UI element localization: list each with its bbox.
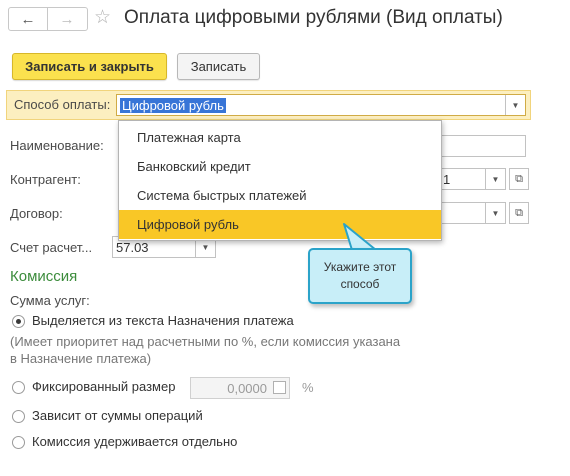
percent-sign: %: [302, 380, 314, 395]
dropdown-item-fast-payment-system[interactable]: Система быстрых платежей: [119, 181, 441, 210]
commission-section-title: Комиссия: [10, 268, 78, 285]
forward-arrow-icon[interactable]: →: [47, 8, 86, 30]
contract-open-icon[interactable]: ⧉: [509, 202, 529, 224]
counterparty-label: Контрагент:: [10, 172, 81, 187]
payment-method-dropdown-list: Платежная карта Банковский кредит Систем…: [118, 120, 442, 241]
option-withheld-separately-label: Комиссия удерживается отдельно: [32, 434, 238, 449]
radio-withheld-separately[interactable]: [12, 436, 25, 449]
callout-text-line1: Укажите этот: [323, 260, 397, 274]
nav-buttons: ← →: [8, 7, 88, 31]
counterparty-open-icon[interactable]: ⧉: [509, 168, 529, 190]
payment-method-label: Способ оплаты:: [14, 97, 111, 112]
contract-dropdown-icon[interactable]: ▼: [485, 203, 505, 223]
radio-fixed-amount[interactable]: [12, 381, 25, 394]
option-depends-on-sum-label: Зависит от суммы операций: [32, 408, 203, 423]
option-fixed-amount-label: Фиксированный размер: [32, 379, 176, 394]
dropdown-item-payment-card[interactable]: Платежная карта: [119, 123, 441, 152]
calculator-icon[interactable]: [273, 381, 286, 394]
dropdown-item-bank-credit[interactable]: Банковский кредит: [119, 152, 441, 181]
counterparty-field[interactable]: 1 ▼: [440, 168, 506, 190]
commission-note-line2: в Назначение платежа): [10, 351, 152, 366]
back-arrow-icon[interactable]: ←: [9, 8, 47, 30]
dropdown-item-digital-ruble[interactable]: Цифровой рубль: [119, 210, 441, 239]
services-sum-label: Сумма услуг:: [10, 293, 90, 308]
contract-field[interactable]: ▼: [440, 202, 506, 224]
radio-from-text[interactable]: [12, 315, 25, 328]
option-from-text-label: Выделяется из текста Назначения платежа: [32, 313, 294, 328]
payment-method-value: Цифровой рубль: [120, 98, 226, 113]
account-value: 57.03: [116, 240, 149, 255]
counterparty-value: 1: [443, 172, 451, 187]
save-button[interactable]: Записать: [177, 53, 260, 80]
payment-method-dropdown-icon[interactable]: ▼: [505, 95, 525, 115]
contract-label: Договор:: [10, 206, 63, 221]
payment-method-field[interactable]: Цифровой рубль ▼: [116, 94, 526, 116]
callout-text-line2: способ: [340, 277, 380, 291]
save-and-close-button[interactable]: Записать и закрыть: [12, 53, 167, 80]
window-title: Оплата цифровыми рублями (Вид оплаты): [124, 7, 503, 28]
radio-depends-on-sum[interactable]: [12, 410, 25, 423]
name-label: Наименование:: [10, 138, 104, 153]
commission-note-line1: (Имеет приоритет над расчетными по %, ес…: [10, 334, 401, 349]
account-label: Счет расчет...: [10, 240, 93, 255]
name-field[interactable]: [440, 135, 526, 157]
counterparty-dropdown-icon[interactable]: ▼: [485, 169, 505, 189]
fixed-amount-field[interactable]: 0,0000: [190, 377, 290, 399]
fixed-amount-value: 0,0000: [227, 381, 267, 396]
hint-callout: Укажите этот способ: [308, 248, 412, 304]
favorite-star-icon[interactable]: ☆: [94, 6, 111, 29]
